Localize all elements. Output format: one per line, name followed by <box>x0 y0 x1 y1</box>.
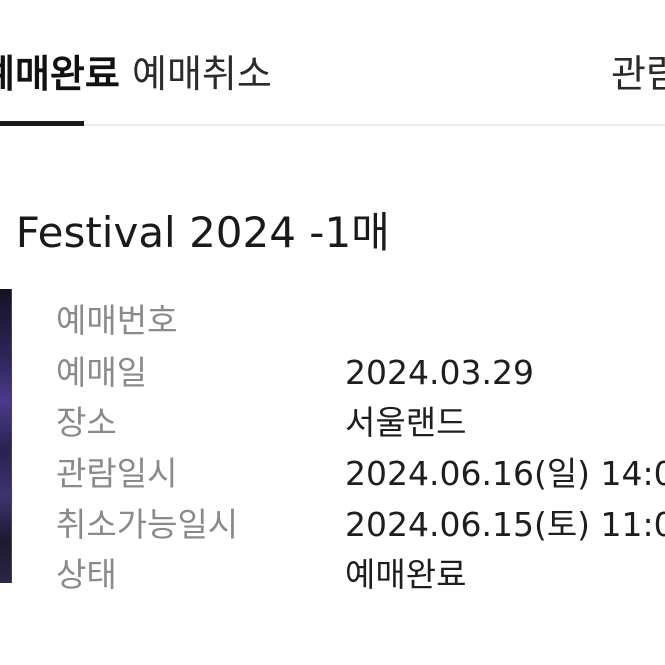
label-booking-date: 예매일 <box>56 353 148 392</box>
event-title[interactable]: J Festival 2024 -1매 <box>0 207 390 259</box>
value-venue: 서울랜드 <box>345 403 467 442</box>
tab-viewing[interactable]: 관람 <box>611 50 665 98</box>
tab-bar: 예매완료 예매취소 관람 <box>0 0 665 126</box>
tab-booking-complete[interactable]: 예매완료 <box>0 50 120 98</box>
value-show-datetime: 2024.06.16(일) 14:0 <box>345 454 665 493</box>
label-booking-number: 예매번호 <box>56 301 178 340</box>
label-show-datetime: 관람일시 <box>56 454 178 493</box>
poster-image[interactable] <box>0 289 12 583</box>
value-status: 예매완료 <box>345 555 467 594</box>
label-cancel-deadline: 취소가능일시 <box>56 505 239 544</box>
tab-booking-cancelled[interactable]: 예매취소 <box>132 50 272 98</box>
value-cancel-deadline: 2024.06.15(토) 11:0 <box>345 505 665 544</box>
active-tab-indicator <box>0 121 84 126</box>
label-status: 상태 <box>56 555 117 594</box>
value-booking-date: 2024.03.29 <box>345 353 534 392</box>
label-venue: 장소 <box>56 403 117 442</box>
